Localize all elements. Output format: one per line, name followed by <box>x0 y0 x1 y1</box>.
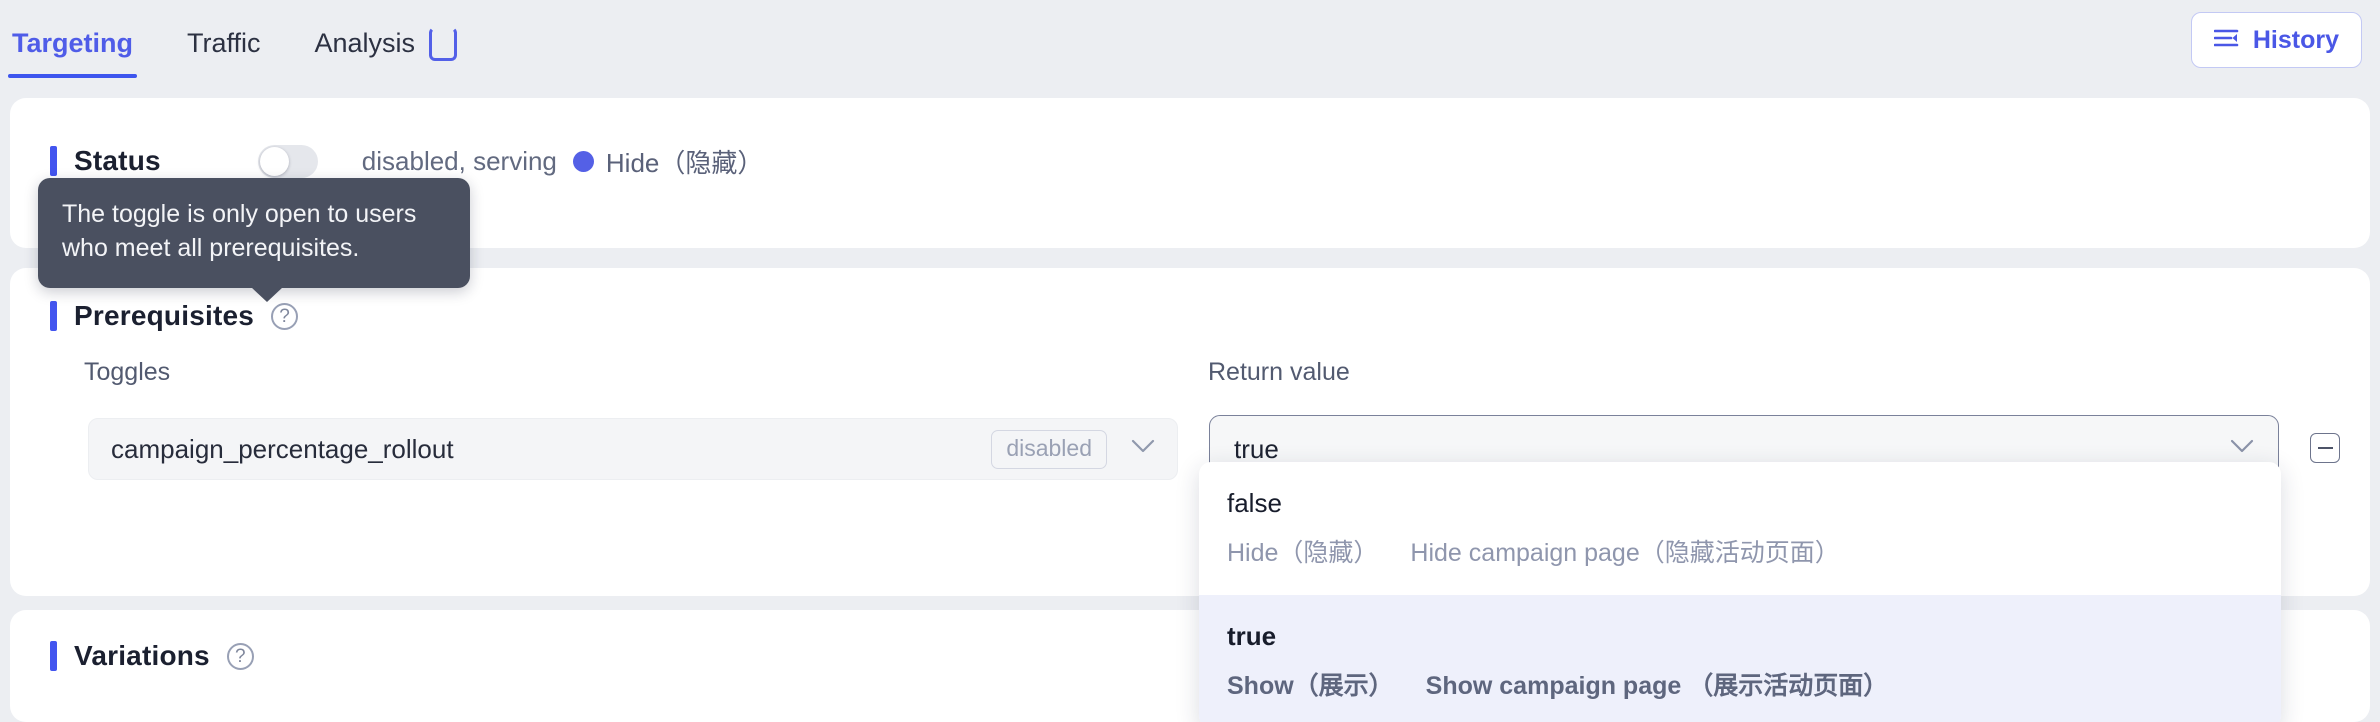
dropdown-option-false[interactable]: false Hide（隐藏） Hide campaign page（隐藏活动页面… <box>1199 462 2281 595</box>
badge-outline-icon <box>429 27 458 61</box>
history-button[interactable]: History <box>2190 12 2362 68</box>
dropdown-option-desc-long: Hide campaign page（隐藏活动页面） <box>1410 539 1840 567</box>
status-badge: disabled <box>991 429 1107 469</box>
status-row: Status disabled, serving Hide（隐藏） <box>50 140 763 182</box>
dropdown-option-description: Hide（隐藏） Hide campaign page（隐藏活动页面） <box>1227 533 2253 569</box>
tab-analysis[interactable]: Analysis <box>311 0 462 86</box>
question-mark-icon[interactable]: ? <box>226 642 254 670</box>
dropdown-option-true[interactable]: true Show（展示） Show campaign page （展示活动页面… <box>1199 595 2281 722</box>
accent-bar <box>50 146 57 176</box>
toggles-column-label: Toggles <box>84 358 171 386</box>
tab-targeting[interactable]: Targeting <box>8 0 137 86</box>
status-dot <box>572 150 594 172</box>
tab-targeting-label: Targeting <box>12 27 133 58</box>
tab-traffic[interactable]: Traffic <box>183 0 265 86</box>
dropdown-option-desc-short: Hide（隐藏） <box>1227 539 1379 567</box>
status-toggle-tooltip: The toggle is only open to users who mee… <box>38 178 470 301</box>
tab-traffic-label: Traffic <box>187 27 261 58</box>
dropdown-option-desc-short: Show（展示） <box>1227 672 1394 700</box>
variations-heading: Variations ? <box>50 640 254 672</box>
prerequisites-heading: Prerequisites ? <box>50 300 299 332</box>
status-value-text: Hide（隐藏） <box>605 147 764 178</box>
dropdown-option-value: false <box>1227 488 1282 518</box>
chevron-down-icon <box>2230 439 2254 459</box>
toggle-knob <box>259 146 289 176</box>
status-heading: Status <box>50 145 161 177</box>
return-value-column-label: Return value <box>1208 358 1350 386</box>
accent-bar <box>50 301 57 331</box>
variations-title: Variations <box>74 640 210 671</box>
accent-bar <box>50 641 57 671</box>
status-title: Status <box>74 145 161 176</box>
toggle-select-value: campaign_percentage_rollout <box>111 433 454 464</box>
dropdown-option-value: true <box>1227 621 1277 651</box>
history-button-label: History <box>2252 25 2339 54</box>
tab-list: Targeting Traffic Analysis <box>0 0 461 86</box>
status-toggle[interactable] <box>257 144 318 178</box>
return-value-select-value: true <box>1234 433 1279 464</box>
question-mark-icon[interactable]: ? <box>271 302 299 330</box>
status-state-text: disabled, serving <box>361 145 557 176</box>
toggle-select[interactable]: campaign_percentage_rollout disabled <box>88 418 1178 480</box>
tab-analysis-label: Analysis <box>314 27 416 58</box>
prerequisites-title: Prerequisites <box>74 300 255 331</box>
return-value-dropdown: false Hide（隐藏） Hide campaign page（隐藏活动页面… <box>1199 462 2281 722</box>
chevron-down-icon <box>1131 439 1155 459</box>
top-tab-bar: Targeting Traffic Analysis History <box>0 0 2380 86</box>
dropdown-option-desc-long: Show campaign page （展示活动页面） <box>1425 672 1889 700</box>
remove-prerequisite-button[interactable] <box>2310 433 2340 463</box>
minus-icon <box>2317 446 2333 450</box>
dropdown-option-description: Show（展示） Show campaign page （展示活动页面） <box>1227 666 2253 702</box>
list-arrow-icon <box>2213 26 2240 55</box>
